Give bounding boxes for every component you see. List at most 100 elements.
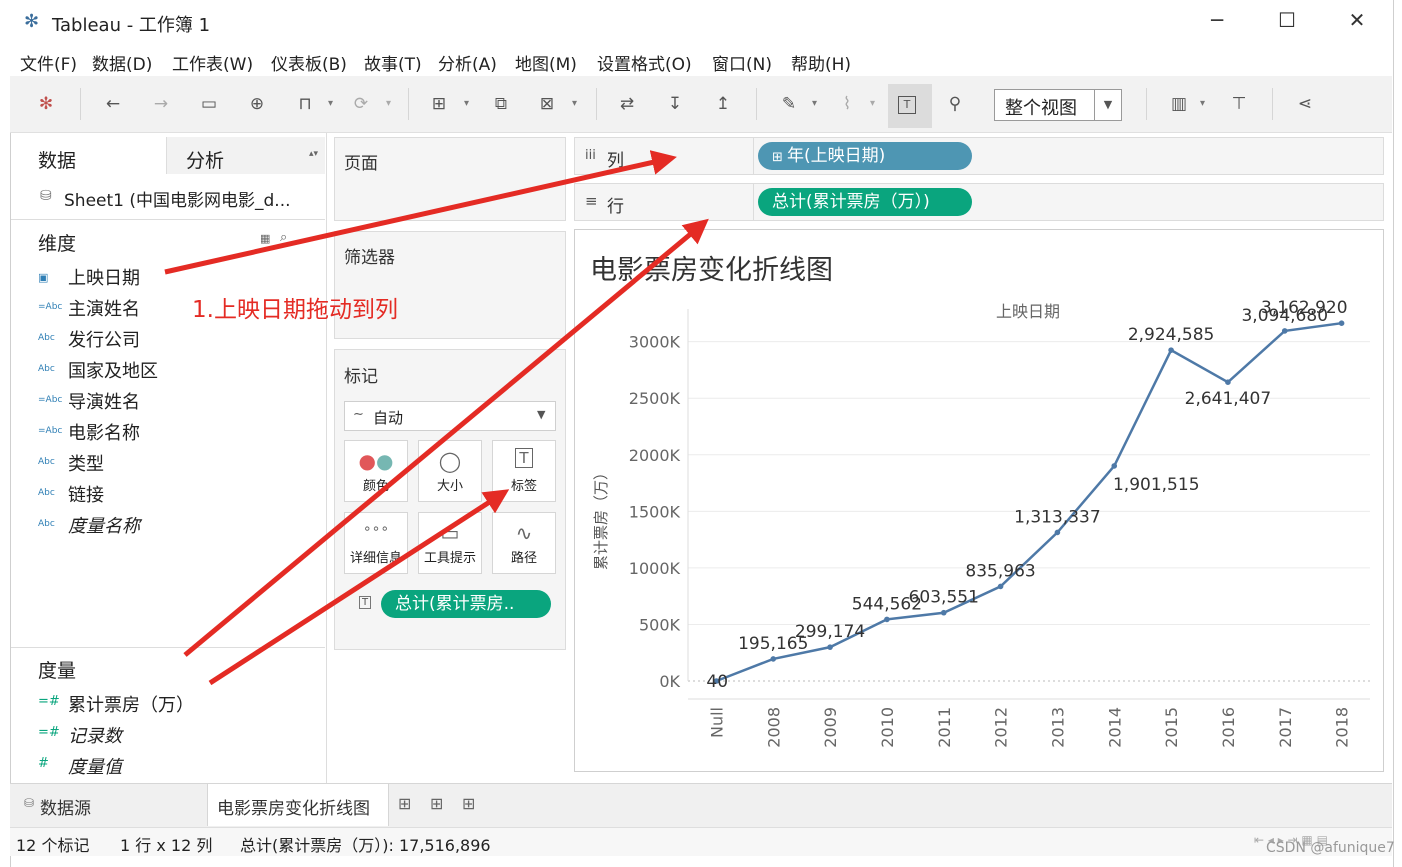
chevron-down-icon[interactable]: ▾ [328, 93, 333, 115]
columns-pill[interactable]: ⊞ 年(上映日期) [758, 142, 972, 170]
columns-pill-label: 年(上映日期) [787, 146, 886, 166]
rows-pill[interactable]: 总计(累计票房（万）) [758, 188, 972, 216]
chevron-down-icon[interactable]: ▾ [870, 93, 875, 115]
sort-asc-icon[interactable]: ↧ [664, 93, 686, 115]
refresh-icon[interactable]: ⟳ [350, 93, 372, 115]
sort-desc-icon[interactable]: ↥ [712, 93, 734, 115]
mark-tooltip-button[interactable]: ▭ 工具提示 [418, 512, 482, 574]
maximize-button[interactable]: ☐ [1264, 8, 1310, 32]
line-chart[interactable]: 0K 500K 1000K 1500K 2000K 2500K 3000K Null 2008 2… [574, 229, 1384, 772]
mark-path-button[interactable]: ∿ 路径 [492, 512, 556, 574]
measure-item[interactable]: 记录数 [68, 722, 122, 748]
dimension-item[interactable]: 导演姓名 [68, 388, 140, 414]
rows-icon: ≡ [585, 192, 598, 210]
tab-data[interactable]: 数据 [11, 137, 165, 175]
tableau-logo-icon[interactable]: ✻ [35, 93, 57, 115]
chevron-down-icon[interactable]: ▴▾ [309, 149, 318, 159]
menu-format[interactable]: 设置格式(O) [597, 50, 692, 75]
clear-sheet-icon[interactable]: ⊠ [536, 93, 558, 115]
view-size-select[interactable]: 整个视图 ▼ [994, 89, 1122, 121]
chevron-down-icon[interactable]: ▾ [1200, 93, 1205, 115]
data-label: 40 [706, 672, 728, 692]
back-icon[interactable]: ← [102, 93, 124, 115]
label-icon: T [359, 596, 372, 609]
share-icon[interactable]: ⋖ [1294, 93, 1316, 115]
abc-icon: Abc [38, 457, 55, 467]
tab-datasource[interactable]: ⛁ 数据源 [14, 788, 194, 822]
duplicate-icon[interactable]: ⧉ [490, 93, 512, 115]
dimension-item[interactable]: 度量名称 [68, 512, 140, 538]
minimize-button[interactable]: ─ [1194, 8, 1240, 32]
dimension-item[interactable]: 上映日期 [68, 264, 140, 290]
new-story-icon[interactable]: ⊞ [462, 794, 475, 813]
swap-icon[interactable]: ⇄ [616, 93, 638, 115]
tab-analysis[interactable]: 分析 ▴▾ [166, 137, 325, 174]
dimension-item[interactable]: 国家及地区 [68, 357, 158, 383]
pages-shelf[interactable]: 页面 [334, 137, 566, 221]
rows-shelf[interactable]: ≡ 行 总计(累计票房（万）) [574, 183, 1384, 221]
datasource-name[interactable]: Sheet1 (中国电影网电影_d... [64, 186, 291, 211]
show-me-icon[interactable]: ▥ [1168, 93, 1190, 115]
measure-item[interactable]: 度量值 [68, 753, 122, 779]
forward-icon[interactable]: → [150, 93, 172, 115]
columns-shelf[interactable]: iii 列 ⊞ 年(上映日期) [574, 137, 1384, 175]
chevron-down-icon[interactable]: ▾ [812, 93, 817, 115]
menu-worksheet[interactable]: 工作表(W) [172, 50, 253, 75]
pause-icon[interactable]: ⊓ [294, 93, 316, 115]
mark-button-label: 详细信息 [349, 551, 402, 566]
view-size-value: 整个视图 [1005, 98, 1077, 119]
menu-story[interactable]: 故事(T) [364, 50, 422, 75]
mark-measure-pill[interactable]: 总计(累计票房.. [381, 590, 551, 618]
menu-help[interactable]: 帮助(H) [791, 50, 851, 75]
datasource-icon: ⛁ [24, 796, 35, 810]
rows-label: 行 [607, 197, 624, 217]
mark-detail-button[interactable]: ∘∘∘ 详细信息 [344, 512, 408, 574]
dimension-item[interactable]: 电影名称 [68, 419, 140, 445]
new-worksheet-icon[interactable]: ⊞ [398, 794, 411, 813]
menu-analysis[interactable]: 分析(A) [438, 50, 497, 75]
save-icon[interactable]: ▭ [198, 93, 220, 115]
close-button[interactable]: ✕ [1334, 8, 1380, 32]
label-icon: T [493, 448, 555, 475]
menu-window[interactable]: 窗口(N) [712, 50, 772, 75]
search-icon[interactable]: ⌕ [280, 230, 287, 245]
pin-icon[interactable]: ⚲ [944, 93, 966, 115]
x-tick-label: 2009 [821, 707, 840, 748]
menu-map[interactable]: 地图(M) [515, 50, 577, 75]
tab-sheet-active[interactable]: 电影票房变化折线图 [207, 784, 389, 826]
filters-title: 筛选器 [344, 248, 395, 268]
mark-size-button[interactable]: ◯ 大小 [418, 440, 482, 502]
dimension-item[interactable]: 发行公司 [68, 326, 140, 352]
menu-dashboard[interactable]: 仪表板(B) [271, 50, 347, 75]
view-list-icon[interactable]: ▦ [260, 232, 270, 245]
dimension-item[interactable]: 链接 [68, 481, 104, 507]
add-datasource-icon[interactable]: ⊕ [246, 93, 268, 115]
data-point [1281, 328, 1288, 334]
new-sheet-icon[interactable]: ⊞ [428, 93, 450, 115]
measure-item[interactable]: 累计票房（万） [68, 691, 194, 717]
highlight-icon[interactable]: ✎ [778, 93, 800, 115]
presentation-icon[interactable]: ⊤ [1228, 93, 1250, 115]
dimension-item[interactable]: 类型 [68, 450, 104, 476]
mark-color-button[interactable]: ●● 颜色 [344, 440, 408, 502]
group-icon[interactable]: ⌇ [836, 93, 858, 115]
dimension-item[interactable]: 主演姓名 [68, 295, 140, 321]
chevron-down-icon[interactable]: ▾ [464, 93, 469, 115]
mark-type-select[interactable]: ∼ 自动 ▼ [344, 401, 556, 431]
chevron-down-icon[interactable]: ▼ [1094, 90, 1121, 120]
new-dashboard-icon[interactable]: ⊞ [430, 794, 443, 813]
menu-file[interactable]: 文件(F) [20, 50, 77, 75]
data-label: 3,162,920 [1261, 298, 1348, 318]
window-title: Tableau - 工作簿 1 [52, 15, 211, 36]
y-tick-label: 2500K [629, 389, 681, 408]
chevron-down-icon[interactable]: ▾ [386, 93, 391, 115]
data-point [1054, 529, 1061, 536]
mark-label-button[interactable]: T 标签 [492, 440, 556, 502]
data-point [1338, 320, 1345, 326]
menu-data[interactable]: 数据(D) [92, 50, 152, 75]
chevron-down-icon[interactable]: ▾ [572, 93, 577, 115]
labels-icon[interactable]: T [898, 96, 916, 114]
x-tick-label: 2016 [1219, 707, 1238, 748]
mark-button-label: 工具提示 [423, 551, 476, 566]
x-tick-label: 2015 [1162, 707, 1181, 748]
